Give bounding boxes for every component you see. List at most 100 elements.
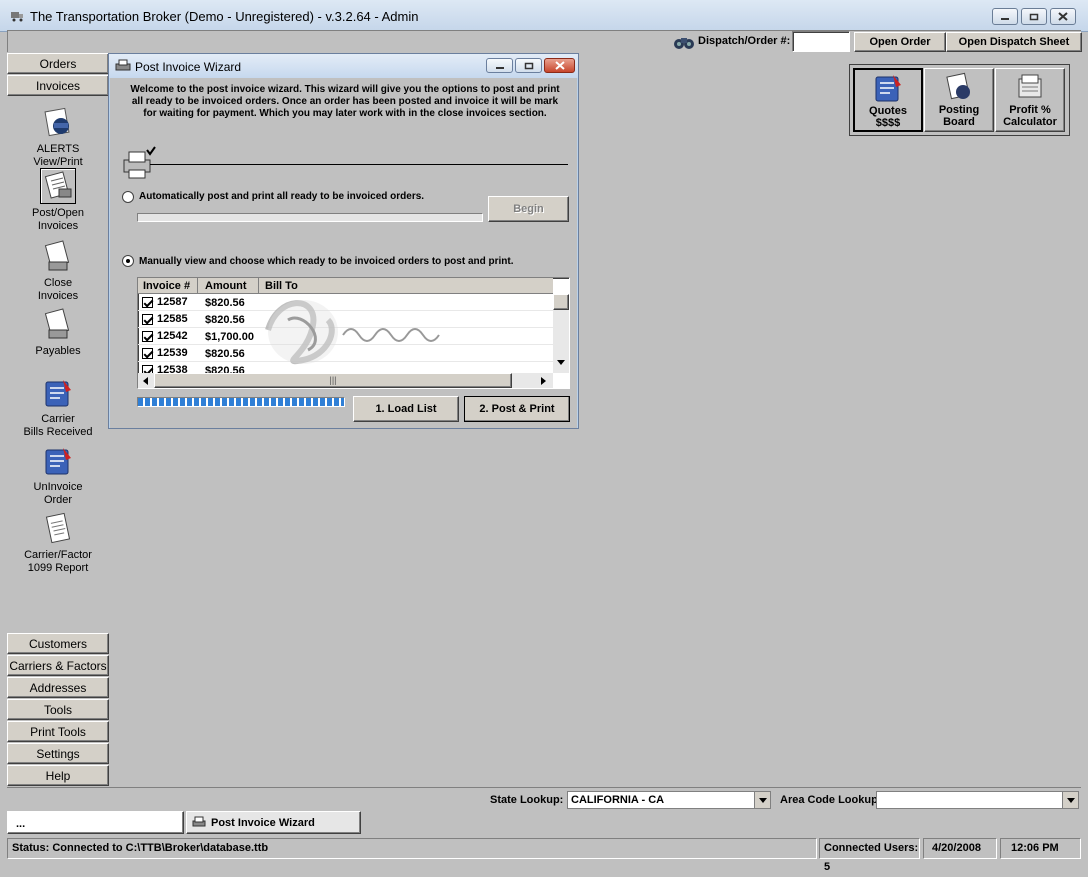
nav-item-payables[interactable]: Payables [7,308,109,358]
scroll-thumb[interactable]: ||| [154,373,512,388]
row-checkbox[interactable] [142,330,153,342]
taskbar-item-main[interactable]: ... [7,811,184,834]
quotes-button[interactable]: Quotes $$$$ [853,68,923,132]
close-icon [1058,12,1068,21]
invoice-number: 12542 [157,330,188,342]
column-header-amount[interactable]: Amount [199,278,259,294]
load-list-button[interactable]: 1. Load List [353,396,459,422]
nav-item-1099-report[interactable]: Carrier/Factor 1099 Report [7,512,109,575]
close-button[interactable] [1050,8,1076,25]
progress-fill [138,398,344,406]
top-toolbar: Dispatch/Order #: Open Order Open Dispat… [7,30,1082,52]
quick-actions-panel: Quotes $$$$ Posting Board Profit % Calcu… [849,64,1070,136]
invoice-amount: $820.56 [205,348,245,360]
minimize-button[interactable] [992,8,1018,25]
nav-item-label: Carrier/Factor [24,549,92,561]
nav-carriers-factors-button[interactable]: Carriers & Factors [7,655,109,676]
open-order-button[interactable]: Open Order [854,32,946,52]
scroll-down-icon[interactable] [557,360,565,366]
nav-settings-button[interactable]: Settings [7,743,109,764]
status-bar: Status: Connected to C:\TTB\Broker\datab… [7,838,1081,873]
nav-item-label: Payables [35,345,81,357]
dialog-close-button[interactable] [544,58,575,73]
taskbar-item-post-invoice-wizard[interactable]: Post Invoice Wizard [186,811,361,834]
post-invoice-wizard-dialog: Post Invoice Wizard Welcome to the post … [108,53,579,429]
minimize-icon [1001,17,1009,20]
calculator-icon [1018,74,1042,98]
auto-post-radio[interactable] [122,191,134,203]
manual-post-radio[interactable] [122,255,134,267]
status-time: 12:06 PM [1000,838,1081,859]
nav-invoices-button[interactable]: Invoices [7,75,109,96]
nav-item-carrier-bills[interactable]: Carrier Bills Received [7,376,109,439]
taskbar-item-label: Post Invoice Wizard [211,817,315,829]
nav-item-post-open-invoices[interactable]: Post/Open Invoices [7,168,109,233]
invoice-number: 12539 [157,347,188,359]
dialog-title: Post Invoice Wizard [135,60,242,74]
selected-frame [40,168,76,204]
nav-item-label: ALERTS [36,143,80,155]
report-1099-icon [45,512,71,544]
quick-label: Calculator [1003,116,1057,128]
post-invoices-icon [44,171,72,199]
row-checkbox[interactable] [142,296,153,308]
connected-users: Connected Users: 5 [819,838,920,873]
nav-tools-button[interactable]: Tools [7,699,109,720]
state-lookup-select[interactable]: CALIFORNIA - CA [567,791,771,809]
connection-status: Status: Connected to C:\TTB\Broker\datab… [7,838,817,859]
nav-help-button[interactable]: Help [7,765,109,786]
scroll-right-icon[interactable] [541,377,547,385]
nav-item-label: Post/Open [32,207,84,219]
dialog-title-bar[interactable]: Post Invoice Wizard [109,54,578,78]
uninvoice-icon [45,448,71,475]
restore-icon [1029,13,1039,20]
nav-item-label: Invoices [37,290,79,302]
begin-button[interactable]: Begin [488,196,569,222]
invoice-number: 12585 [157,313,188,325]
area-code-lookup-select[interactable] [876,791,1079,809]
dropdown-arrow-icon[interactable] [754,792,770,808]
vertical-scrollbar[interactable] [553,294,569,373]
scroll-thumb[interactable] [553,294,569,310]
window-taskbar: ... Post Invoice Wizard [7,811,1081,835]
printer-icon [115,59,131,71]
minimize-icon [495,66,504,69]
window-title: The Transportation Broker (Demo - Unregi… [30,9,419,24]
nav-addresses-button[interactable]: Addresses [7,677,109,698]
posting-board-button[interactable]: Posting Board [924,68,994,132]
nav-item-label: UnInvoice [33,481,83,493]
divider [150,164,568,165]
quick-label: Posting [938,104,980,116]
close-icon [554,61,565,70]
post-print-button[interactable]: 2. Post & Print [464,396,570,422]
profit-calculator-button[interactable]: Profit % Calculator [995,68,1065,132]
nav-item-label: Carrier [41,413,75,425]
row-checkbox[interactable] [142,347,153,359]
status-date: 4/20/2008 [923,838,997,859]
nav-orders-button[interactable]: Orders [7,53,109,74]
close-invoices-icon [44,240,70,271]
column-header-invoice[interactable]: Invoice # [138,278,198,294]
invoice-number: 12587 [157,296,188,308]
auto-progress-bar [137,213,483,222]
nav-item-close-invoices[interactable]: Close Invoices [7,240,109,303]
invoice-list[interactable]: Invoice # Amount Bill To 12587 $820.56 1… [137,277,570,389]
invoice-amount: $820.56 [205,314,245,326]
binoculars-icon [674,38,694,49]
scroll-left-icon[interactable] [143,377,149,385]
open-dispatch-sheet-button[interactable]: Open Dispatch Sheet [946,32,1082,52]
main-title-bar: The Transportation Broker (Demo - Unregi… [0,0,1088,32]
dialog-body: Welcome to the post invoice wizard. This… [110,78,577,428]
nav-item-uninvoice-order[interactable]: UnInvoice Order [7,444,109,507]
dialog-maximize-button[interactable] [515,58,542,73]
dropdown-arrow-icon[interactable] [1062,792,1078,808]
nav-item-alerts[interactable]: ALERTS View/Print [7,106,109,169]
dispatch-order-input[interactable] [792,31,850,52]
quick-label: Profit % [1009,104,1051,116]
maximize-button[interactable] [1021,8,1047,25]
horizontal-scrollbar[interactable]: ||| [138,373,553,388]
nav-customers-button[interactable]: Customers [7,633,109,654]
row-checkbox[interactable] [142,313,153,325]
nav-print-tools-button[interactable]: Print Tools [7,721,109,742]
dialog-minimize-button[interactable] [486,58,513,73]
